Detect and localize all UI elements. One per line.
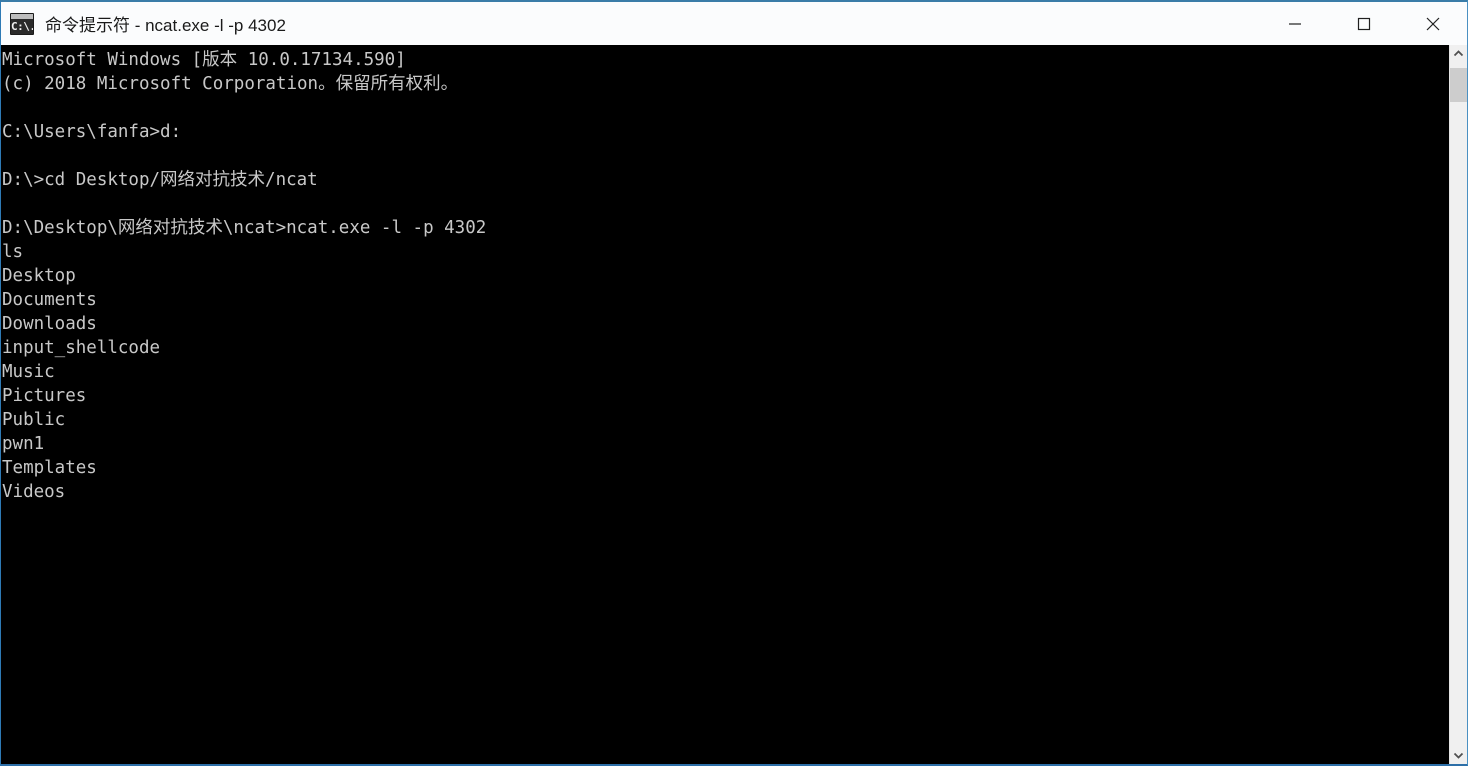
console-line: Music <box>2 362 55 382</box>
scrollbar-thumb[interactable] <box>1450 68 1467 102</box>
console-output[interactable]: Microsoft Windows [版本 10.0.17134.590] (c)… <box>1 45 1449 764</box>
console-line: Videos <box>2 482 66 502</box>
maximize-button[interactable] <box>1329 2 1398 45</box>
command-prompt-window: C:\. 命令提示符 - ncat.exe -l -p 4302 Microso… <box>0 0 1468 766</box>
chevron-down-icon <box>1453 752 1464 759</box>
vertical-scrollbar[interactable] <box>1449 45 1467 764</box>
console-line: D:\Desktop\网络对抗技术\ncat>ncat.exe -l -p 43… <box>2 218 487 238</box>
console-line: Downloads <box>2 314 97 334</box>
scrollbar-track[interactable] <box>1450 62 1467 747</box>
console-line: D:\>cd Desktop/网络对抗技术/ncat <box>2 170 318 190</box>
console-line: (c) 2018 Microsoft Corporation。保留所有权利。 <box>2 74 459 94</box>
title-bar-left: C:\. 命令提示符 - ncat.exe -l -p 4302 <box>1 2 1260 45</box>
console-line: Documents <box>2 290 97 310</box>
maximize-icon <box>1357 17 1370 30</box>
minimize-button[interactable] <box>1260 2 1329 45</box>
console-line: Pictures <box>2 386 87 406</box>
console-line: C:\Users\fanfa>d: <box>2 122 182 142</box>
cmd-icon-prompt-glyph: C:\. <box>11 19 34 33</box>
console-area[interactable]: Microsoft Windows [版本 10.0.17134.590] (c)… <box>1 45 1467 764</box>
window-title: 命令提示符 - ncat.exe -l -p 4302 <box>45 16 286 35</box>
close-icon <box>1426 17 1439 30</box>
console-line: input_shellcode <box>2 338 161 358</box>
window-controls <box>1260 2 1467 45</box>
scroll-up-button[interactable] <box>1450 45 1467 62</box>
console-line: Public <box>2 410 66 430</box>
console-line: ls <box>2 242 24 262</box>
console-line: Desktop <box>2 266 76 286</box>
minimize-icon <box>1288 22 1301 25</box>
chevron-up-icon <box>1453 50 1464 57</box>
cmd-console-icon[interactable]: C:\. <box>10 12 34 35</box>
console-line: Templates <box>2 458 97 478</box>
console-line: Microsoft Windows [版本 10.0.17134.590] <box>2 50 406 70</box>
title-bar[interactable]: C:\. 命令提示符 - ncat.exe -l -p 4302 <box>1 2 1467 45</box>
close-button[interactable] <box>1398 2 1467 45</box>
console-line: pwn1 <box>2 434 45 454</box>
scroll-down-button[interactable] <box>1450 747 1467 764</box>
